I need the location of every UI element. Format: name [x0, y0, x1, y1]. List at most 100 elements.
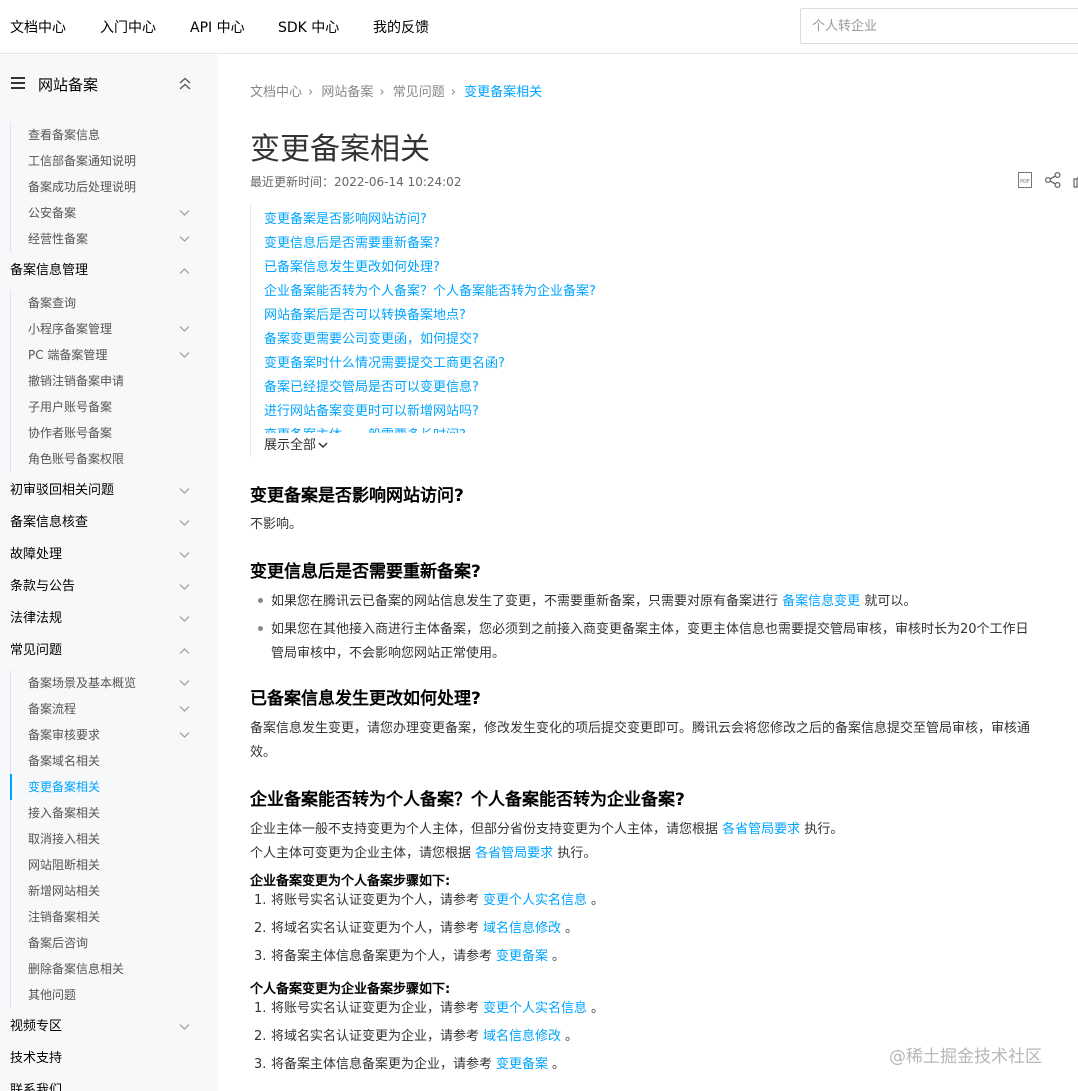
list-link[interactable]: 域名信息修改	[483, 921, 561, 936]
nav-my-feedback[interactable]: 我的反馈	[373, 17, 429, 37]
sidebar-item-label: 工信部备案通知说明	[28, 154, 137, 168]
chevron-up-icon[interactable]	[179, 647, 190, 655]
sidebar-item[interactable]: 备案审核要求	[0, 722, 218, 748]
section-heading: 变更信息后是否需要重新备案?	[250, 562, 481, 582]
sidebar-item[interactable]: 备案信息管理	[0, 255, 218, 287]
chevron-down-icon[interactable]	[179, 679, 190, 687]
chevron-down-icon[interactable]	[179, 487, 190, 495]
sidebar-item-label: 其他问题	[28, 988, 77, 1002]
link-provincial-requirements[interactable]: 各省管局要求	[475, 846, 553, 861]
breadcrumb-current[interactable]: 变更备案相关	[464, 85, 542, 100]
sidebar-item[interactable]: 角色账号备案权限	[0, 446, 218, 472]
sidebar-item[interactable]: 子用户账号备案	[0, 394, 218, 420]
sidebar-item[interactable]: 查看备案信息	[0, 122, 218, 148]
chevron-down-icon[interactable]	[179, 325, 190, 333]
toc-link[interactable]: 进行网站备案变更时可以新增网站吗?	[264, 401, 809, 425]
toc-link[interactable]: 备案已经提交管局是否可以变更信息?	[264, 377, 809, 401]
sidebar-item[interactable]: 初审驳回相关问题	[0, 475, 218, 507]
sidebar-item[interactable]: 备案域名相关	[0, 748, 218, 774]
nav-getting-started[interactable]: 入门中心	[100, 17, 156, 37]
sidebar-header: 网站备案	[0, 55, 218, 113]
sidebar-item[interactable]: 变更备案相关	[0, 774, 218, 800]
toc-link[interactable]: 变更备案时什么情况需要提交工商更名函?	[264, 353, 809, 377]
sidebar-item[interactable]: 备案查询	[0, 290, 218, 316]
sidebar-item[interactable]: 备案场景及基本概览	[0, 670, 218, 696]
sidebar: 网站备案 查看备案信息工信部备案通知说明 备案成功后处理说明公安备案 经营性备案备案…	[0, 55, 218, 1091]
list-link[interactable]: 变更个人实名信息	[483, 893, 587, 908]
chevron-down-icon[interactable]	[179, 235, 190, 243]
chevron-down-icon[interactable]	[179, 583, 190, 591]
section-heading: 企业备案能否转为个人备案？个人备案能否转为企业备案?	[250, 790, 685, 810]
share-icon[interactable]	[1044, 171, 1062, 189]
list-link[interactable]: 域名信息修改	[483, 1029, 561, 1044]
chevron-down-icon[interactable]	[179, 519, 190, 527]
chevron-down-icon[interactable]	[179, 551, 190, 559]
nav-api-center[interactable]: API 中心	[190, 17, 245, 37]
sidebar-item[interactable]: 网站阻断相关	[0, 852, 218, 878]
steps-heading: 企业备案变更为个人备案步骤如下:	[250, 874, 451, 889]
show-all-toggle[interactable]: 展示全部	[264, 434, 329, 453]
sidebar-item-label: 备案成功后处理说明	[28, 180, 137, 194]
sidebar-item-label: 新增网站相关	[28, 884, 101, 898]
sidebar-item[interactable]: 常见问题	[0, 635, 218, 667]
toc-link[interactable]: 变更备案主体，一般需要多长时间?	[264, 425, 809, 433]
sidebar-item[interactable]: PC 端备案管理	[0, 342, 218, 368]
list-item: 2. 将域名实名认证变更为个人，请参考 域名信息修改。	[250, 917, 578, 941]
sidebar-item[interactable]: 视频专区	[0, 1011, 218, 1043]
collapse-up-icon[interactable]	[178, 77, 192, 91]
sidebar-item[interactable]: 条款与公告	[0, 571, 218, 603]
sidebar-item[interactable]: 公安备案	[0, 200, 218, 226]
sidebar-item[interactable]: 协作者账号备案	[0, 420, 218, 446]
sidebar-item[interactable]: 备案后咨询	[0, 930, 218, 956]
sidebar-item[interactable]: 接入备案相关	[0, 800, 218, 826]
sidebar-item[interactable]: 经营性备案	[0, 226, 218, 252]
sidebar-item[interactable]: 故障处理	[0, 539, 218, 571]
chevron-down-icon[interactable]	[179, 731, 190, 739]
sidebar-item[interactable]: 工信部备案通知说明	[0, 148, 218, 174]
chevron-down-icon[interactable]	[179, 705, 190, 713]
sidebar-item-label: 小程序备案管理	[28, 322, 113, 336]
sidebar-item[interactable]: 其他问题	[0, 982, 218, 1008]
sidebar-item[interactable]: 备案成功后处理说明	[0, 174, 218, 200]
chevron-down-icon[interactable]	[179, 351, 190, 359]
toc-link[interactable]: 备案变更需要公司变更函，如何提交?	[264, 329, 809, 353]
sidebar-item[interactable]: 备案信息核查	[0, 507, 218, 539]
search-input[interactable]	[801, 9, 1078, 43]
chevron-down-icon[interactable]	[179, 209, 190, 217]
breadcrumb-item[interactable]: 网站备案	[321, 85, 373, 100]
toc-link[interactable]: 企业备案能否转为个人备案？个人备案能否转为企业备案?	[264, 281, 809, 305]
list-link[interactable]: 变更个人实名信息	[483, 1001, 587, 1016]
sidebar-item[interactable]: 注销备案相关	[0, 904, 218, 930]
list-item: 3. 将备案主体信息备案更为个人，请参考 变更备案。	[250, 945, 565, 969]
sidebar-item[interactable]: 技术支持	[0, 1043, 218, 1075]
text: 执行。	[804, 822, 844, 837]
list-link[interactable]: 变更备案	[496, 1057, 548, 1072]
text: 执行。	[557, 846, 597, 861]
nav-docs-center[interactable]: 文档中心	[10, 17, 66, 37]
sidebar-item[interactable]: 联系我们	[0, 1075, 218, 1091]
breadcrumb-item[interactable]: 文档中心	[250, 85, 302, 100]
chevron-up-icon[interactable]	[179, 267, 190, 275]
sidebar-item[interactable]: 删除备案信息相关	[0, 956, 218, 982]
toc-link[interactable]: 变更备案是否影响网站访问?	[264, 209, 809, 233]
sidebar-item[interactable]: 小程序备案管理	[0, 316, 218, 342]
chevron-down-icon[interactable]	[179, 1023, 190, 1031]
toc-link[interactable]: 已备案信息发生更改如何处理?	[264, 257, 809, 281]
list-link[interactable]: 变更备案	[496, 949, 548, 964]
pdf-icon[interactable]: PDF	[1016, 171, 1034, 189]
sidebar-item[interactable]: 撤销注销备案申请	[0, 368, 218, 394]
sidebar-item[interactable]: 法律法规	[0, 603, 218, 635]
menu-icon[interactable]	[11, 77, 25, 89]
toc-link[interactable]: 变更信息后是否需要重新备案?	[264, 233, 809, 257]
like-icon[interactable]	[1072, 171, 1078, 189]
nav-sdk-center[interactable]: SDK 中心	[278, 17, 339, 37]
link-record-info-change[interactable]: 备案信息变更	[782, 594, 860, 609]
toc-link[interactable]: 网站备案后是否可以转换备案地点?	[264, 305, 809, 329]
breadcrumb-item[interactable]: 常见问题	[393, 85, 445, 100]
chevron-down-icon[interactable]	[179, 615, 190, 623]
sidebar-item-label: 常见问题	[10, 643, 63, 658]
sidebar-item[interactable]: 备案流程	[0, 696, 218, 722]
link-provincial-requirements[interactable]: 各省管局要求	[722, 822, 800, 837]
sidebar-item[interactable]: 新增网站相关	[0, 878, 218, 904]
sidebar-item[interactable]: 取消接入相关	[0, 826, 218, 852]
